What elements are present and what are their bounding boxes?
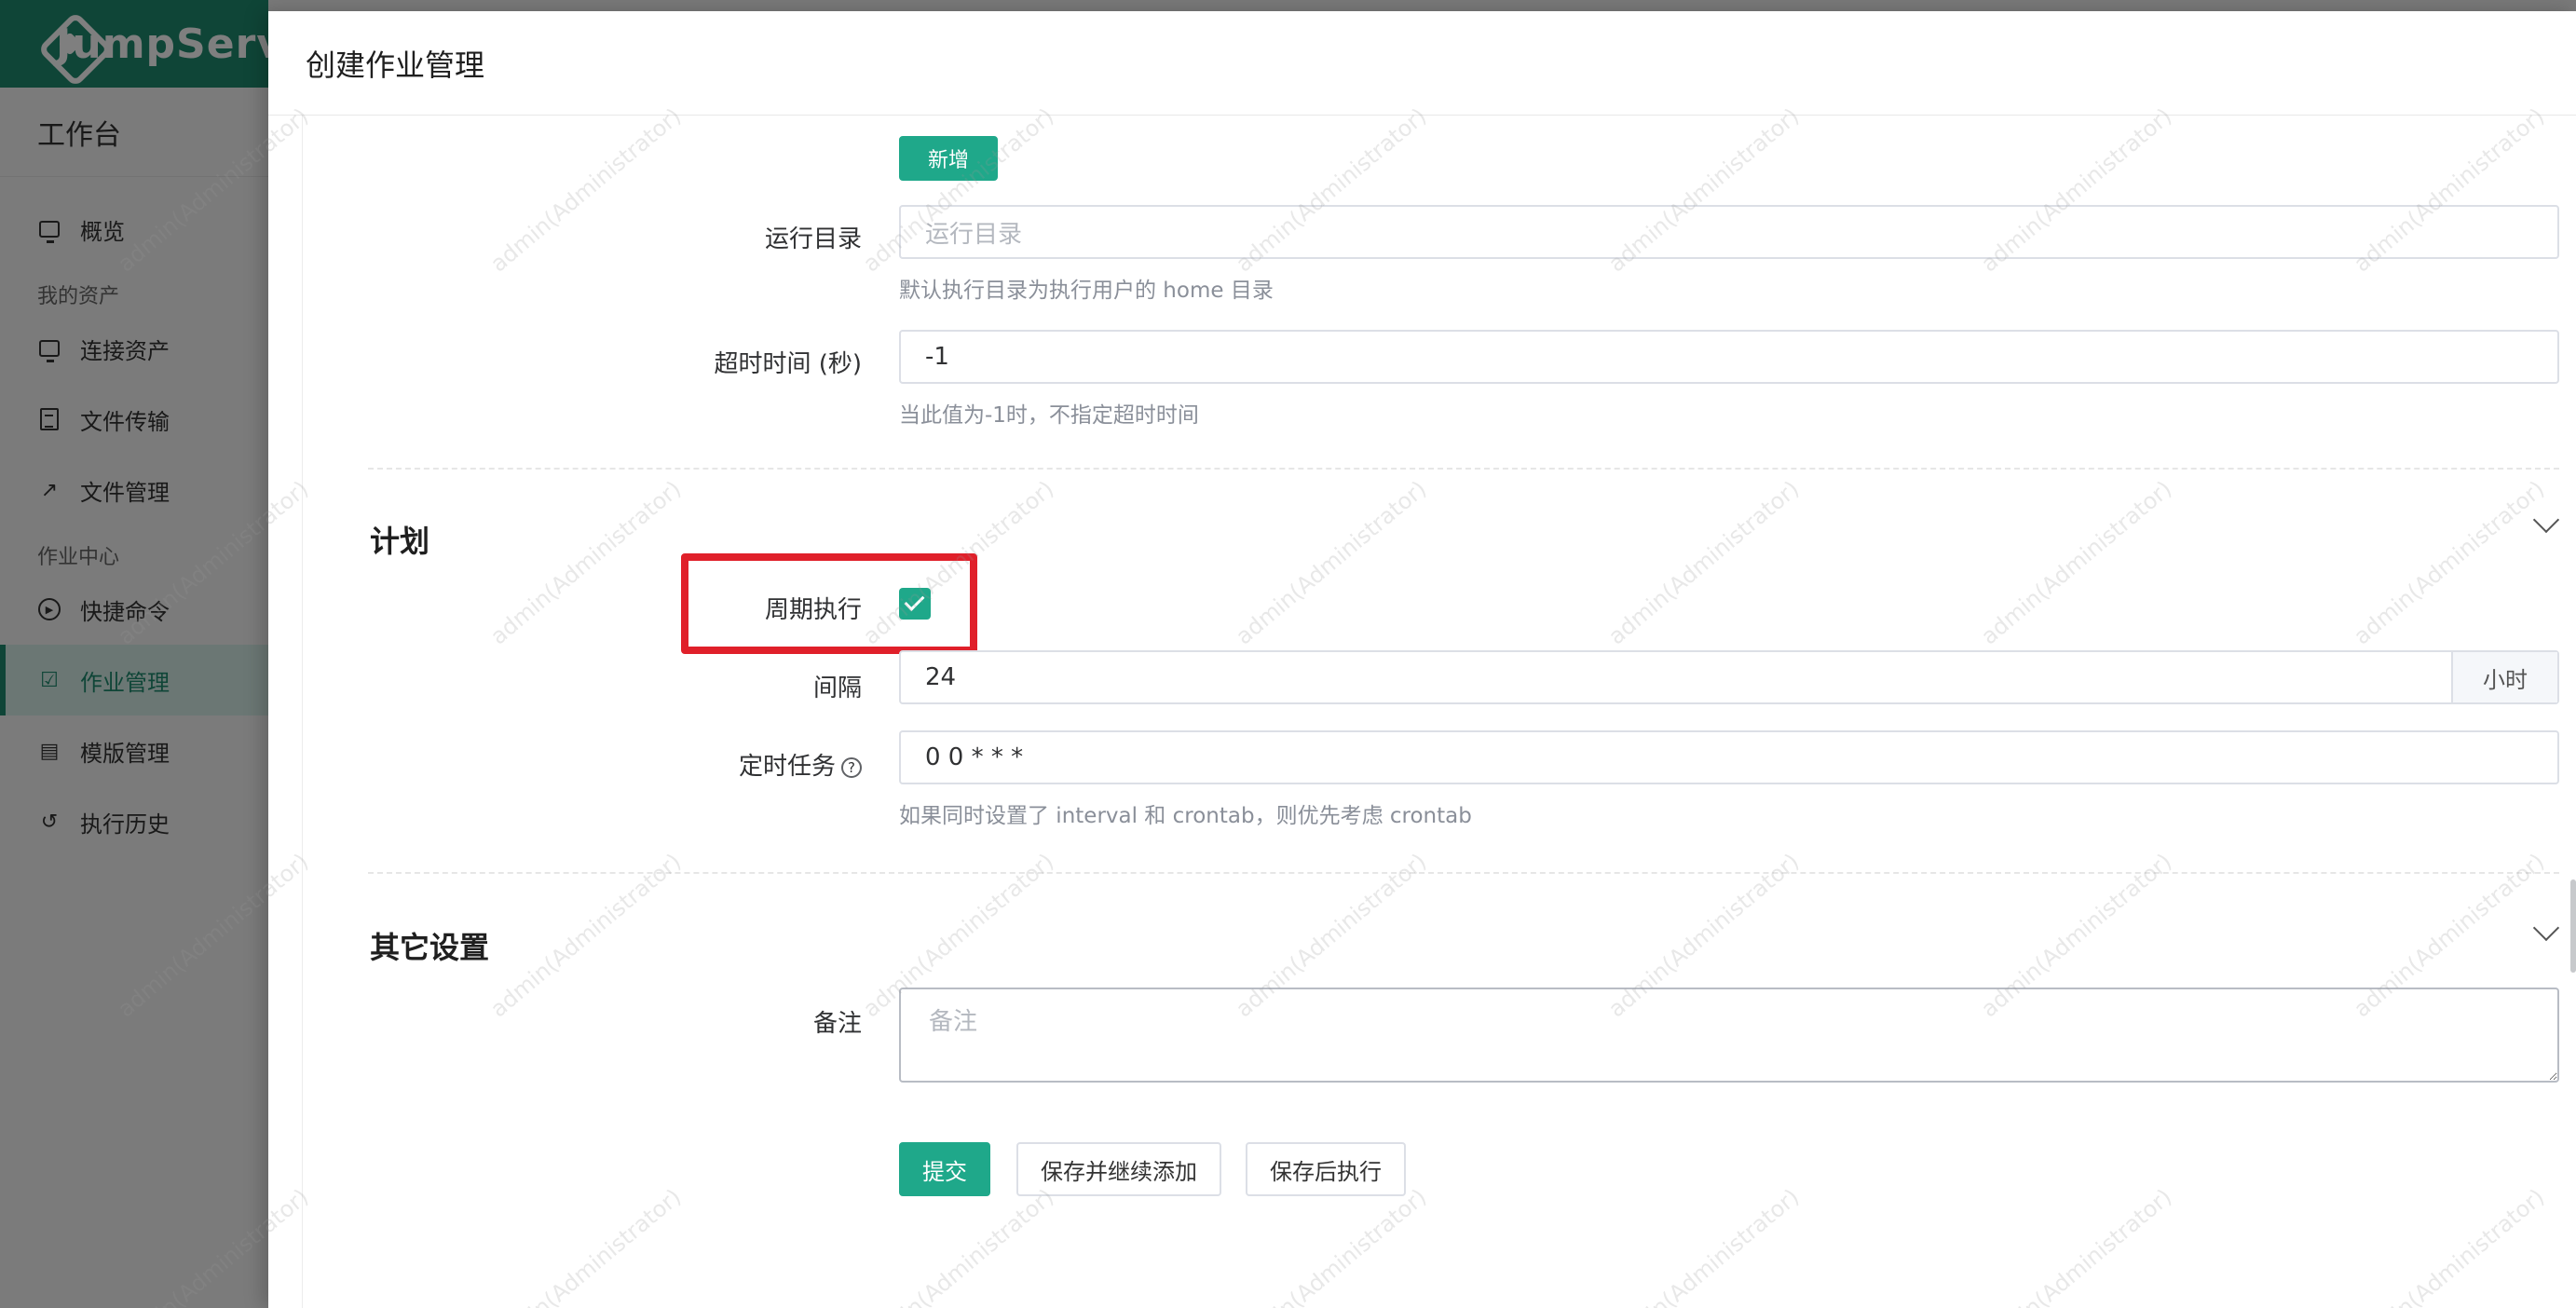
timeout-input[interactable]: -1 [899, 330, 2559, 384]
drawer-title: 创建作业管理 [268, 11, 2576, 116]
timeout-help: 当此值为-1时，不指定超时时间 [899, 403, 1199, 428]
scrollbar[interactable] [2570, 879, 2576, 973]
add-button[interactable]: 新增 [899, 136, 998, 181]
chevron-down-icon[interactable] [2532, 506, 2560, 534]
save-continue-button[interactable]: 保存并继续添加 [1016, 1142, 1221, 1196]
chevron-down-icon[interactable] [2532, 914, 2560, 942]
run-dir-help: 默认执行目录为执行用户的 home 目录 [899, 279, 1274, 303]
save-run-button[interactable]: 保存后执行 [1246, 1142, 1406, 1196]
submit-button[interactable]: 提交 [899, 1142, 990, 1196]
interval-input[interactable]: 24 小时 [899, 650, 2559, 704]
periodic-checkbox[interactable] [899, 588, 931, 620]
modal-overlay[interactable] [0, 0, 268, 1308]
crontab-label: 定时任务? [303, 747, 862, 782]
periodic-label: 周期执行 [764, 596, 862, 624]
interval-value: 24 [925, 663, 957, 691]
run-dir-input[interactable]: 运行目录 [899, 205, 2559, 259]
comment-textarea[interactable] [899, 988, 2559, 1083]
interval-label: 间隔 [812, 674, 862, 702]
comment-label: 备注 [812, 1010, 862, 1038]
section-divider [368, 468, 2559, 470]
help-question-icon[interactable]: ? [841, 756, 862, 778]
drawer-body: 新增 运行目录 运行目录 默认执行目录为执行用户的 home 目录 超时时间 (… [302, 116, 2576, 1308]
interval-unit: 小时 [2451, 652, 2557, 702]
timeout-label: 超时时间 (秒) [714, 350, 862, 378]
form-card: 新增 运行目录 运行目录 默认执行目录为执行用户的 home 目录 超时时间 (… [302, 116, 2576, 1308]
section-divider [368, 872, 2559, 874]
plan-section-title: 计划 [370, 524, 430, 559]
crontab-input[interactable]: 0 0 * * * [899, 730, 2559, 784]
other-section-title: 其它设置 [370, 930, 490, 965]
run-dir-label: 运行目录 [764, 225, 862, 253]
create-job-drawer: 创建作业管理 新增 运行目录 运行目录 默认执行目录为执行用户的 home 目录… [268, 11, 2576, 1308]
crontab-help: 如果同时设置了 interval 和 crontab，则优先考虑 crontab [899, 804, 1472, 828]
